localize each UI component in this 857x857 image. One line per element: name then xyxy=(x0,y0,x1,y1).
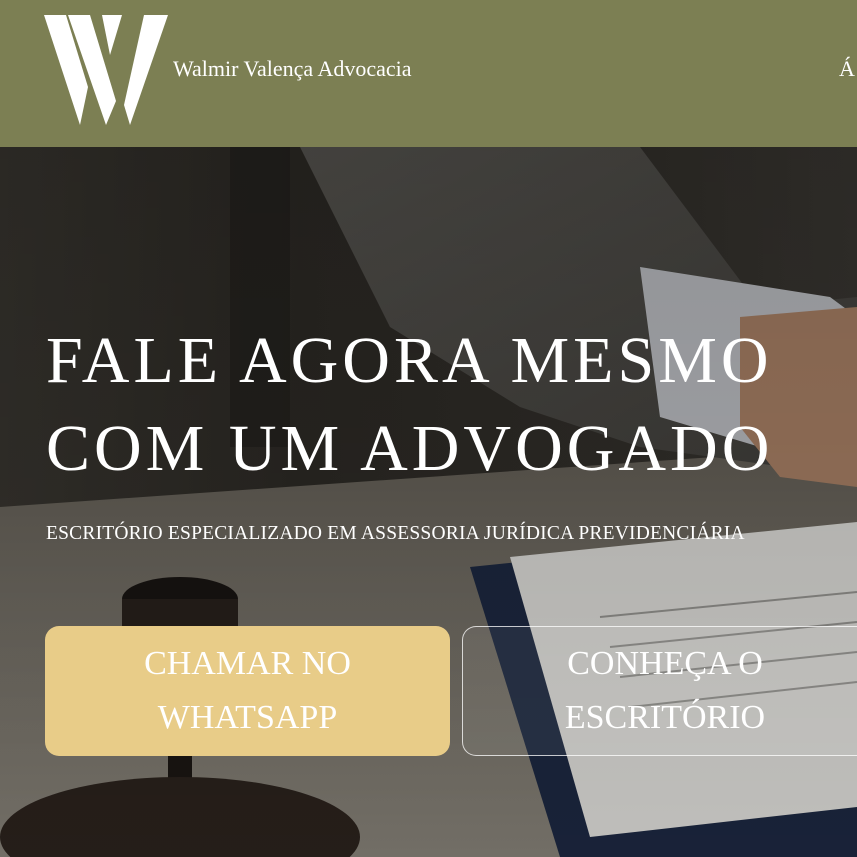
whatsapp-button-line-2: WHATSAPP xyxy=(157,699,338,736)
page: Walmir Valença Advocacia Á FALE AGORA ME… xyxy=(0,0,857,857)
about-office-button[interactable]: CONHEÇA O ESCRITÓRIO xyxy=(462,626,857,756)
hero-title-line-2: COM UM ADVOGADO xyxy=(46,412,774,485)
about-office-button-line-1: CONHEÇA O xyxy=(567,645,763,682)
hero-section: FALE AGORA MESMO COM UM ADVOGADO ESCRITÓ… xyxy=(0,147,857,857)
whatsapp-button[interactable]: CHAMAR NO WHATSAPP xyxy=(45,626,450,756)
w-monogram-icon[interactable] xyxy=(44,15,168,125)
hero-title-line-1: FALE AGORA MESMO xyxy=(46,324,773,397)
site-header: Walmir Valença Advocacia Á xyxy=(0,0,857,147)
hero-subtitle: ESCRITÓRIO ESPECIALIZADO EM ASSESSORIA J… xyxy=(46,523,745,544)
hero-title: FALE AGORA MESMO COM UM ADVOGADO xyxy=(46,317,773,493)
brand-name[interactable]: Walmir Valença Advocacia xyxy=(173,55,412,83)
about-office-button-line-2: ESCRITÓRIO xyxy=(564,699,766,736)
nav-item-partial[interactable]: Á xyxy=(839,55,855,83)
whatsapp-button-line-1: CHAMAR NO xyxy=(144,645,351,682)
